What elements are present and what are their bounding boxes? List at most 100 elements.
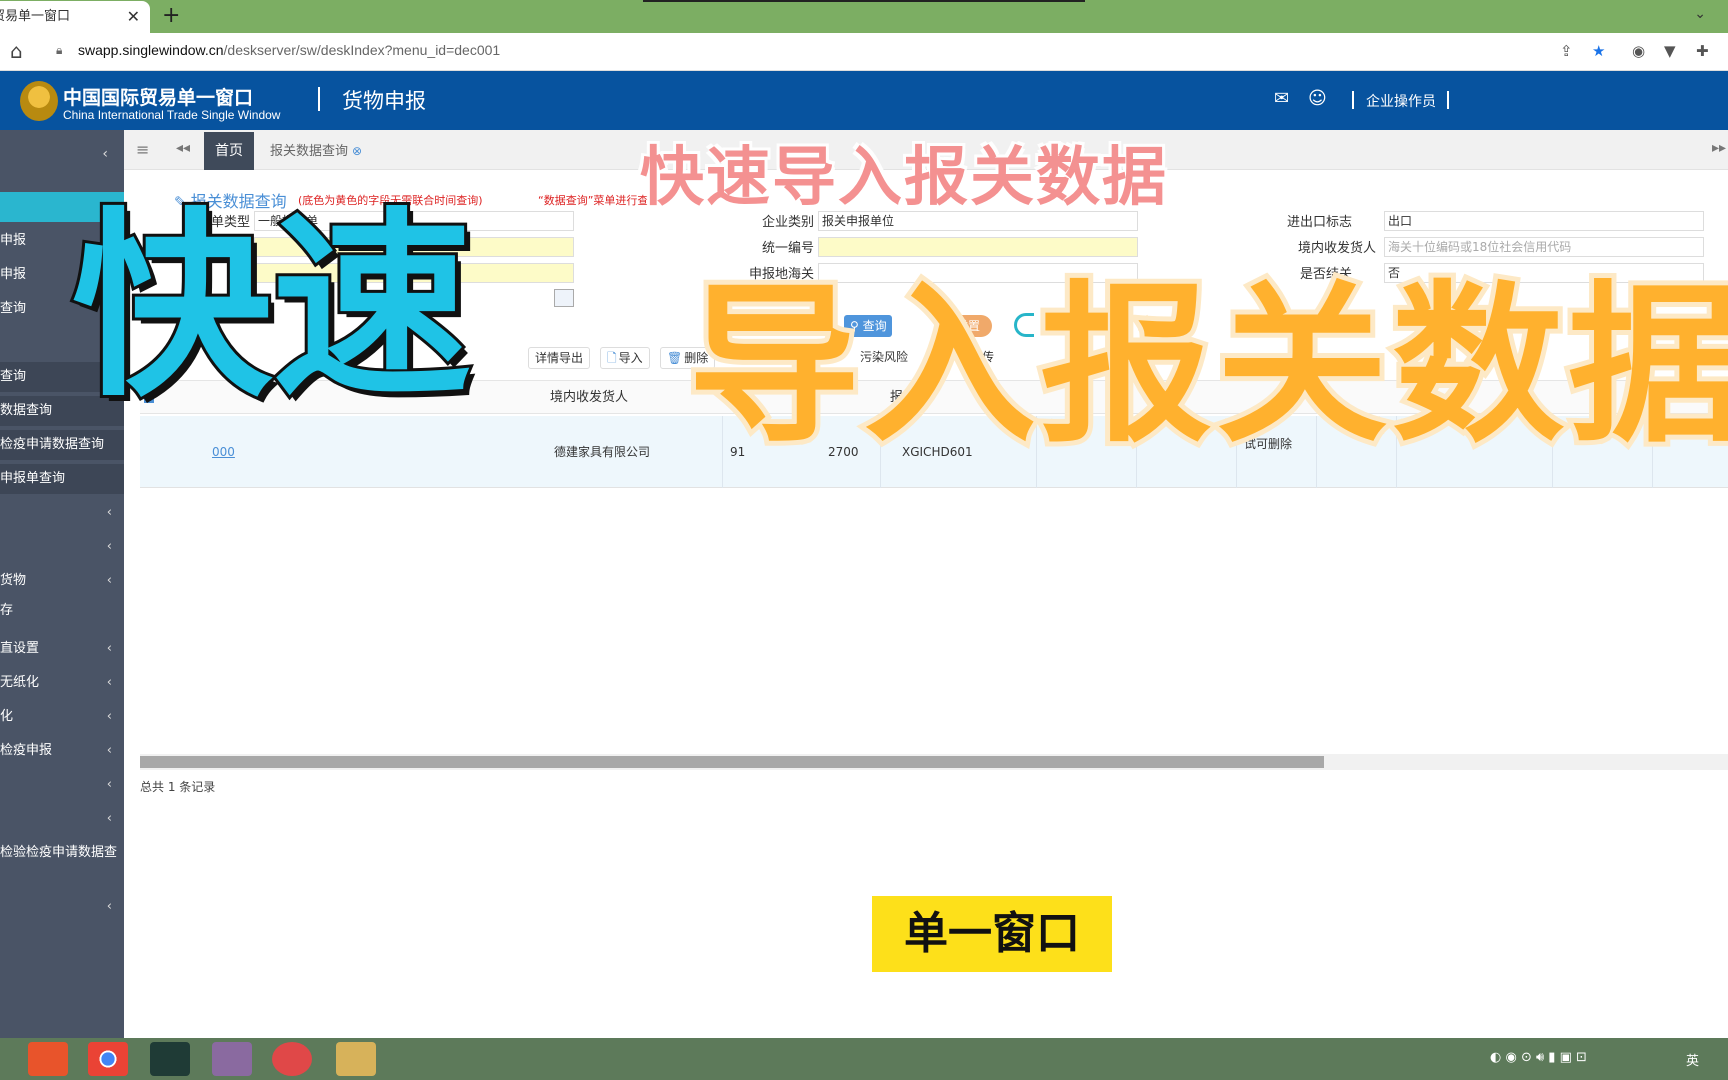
panel-note-extra: “数据查询”菜单进行查: [538, 194, 649, 207]
chevron-left-icon: ‹: [106, 811, 112, 826]
os-taskbar: ◐ ◉ ⊙ 🔊︎ ▮ ▣ ⊡ 英: [0, 1038, 1728, 1080]
sidebar-item-label: 直设置: [0, 641, 40, 656]
user-role[interactable]: 企业操作员: [1366, 91, 1436, 111]
brand-name-cn: 中国国际贸易单一窗口: [63, 87, 254, 109]
single-window-badge: 单一窗口: [872, 896, 1112, 972]
file-explorer-icon[interactable]: [336, 1042, 376, 1076]
address-bar: ⌂ 🔒︎ swapp.singlewindow.cn/deskserver/sw…: [0, 33, 1728, 71]
sidebar-item[interactable]: 申报单查询: [0, 464, 124, 494]
column-header-consignee[interactable]: 境内收发货人: [550, 381, 628, 415]
chevron-left-icon: ‹: [106, 641, 112, 656]
chevron-left-icon: ‹: [106, 573, 112, 588]
unified-no-input[interactable]: [818, 237, 1138, 257]
share-icon[interactable]: ⇪: [1560, 42, 1573, 60]
browser-tab[interactable]: 贸易单一窗口 ✕: [0, 1, 150, 33]
sidebar-item[interactable]: 检疫申请数据查询: [0, 430, 124, 460]
new-tab-icon[interactable]: +: [162, 3, 180, 28]
scrollbar-thumb[interactable]: [140, 756, 1324, 768]
browser-tabbar: 贸易单一窗口 ✕ + ⌄: [0, 0, 1728, 33]
header-divider: [1352, 91, 1354, 109]
extension-icon[interactable]: ◉: [1632, 42, 1645, 60]
tab-home[interactable]: 首页: [204, 132, 254, 170]
consignee-label: 境内收发货人: [1297, 241, 1376, 256]
chevron-left-icon: ‹: [106, 899, 112, 914]
menu-icon[interactable]: ≡: [136, 140, 149, 159]
sidebar-item[interactable]: 检验检疫申请数据查: [0, 838, 124, 868]
sidebar-item-label: 货物: [0, 573, 27, 588]
lock-icon[interactable]: 🔒︎: [56, 43, 62, 58]
media-app-icon[interactable]: [28, 1042, 68, 1076]
robot-icon[interactable]: ☺: [1308, 88, 1327, 109]
chrome-icon[interactable]: [88, 1042, 128, 1076]
tab-indicator: [643, 0, 1085, 2]
sidebar-item[interactable]: ‹: [0, 892, 124, 922]
sidebar-item-label: 存: [0, 603, 14, 618]
module-title: 货物申报: [342, 89, 426, 113]
sidebar-item-label: 申报单查询: [0, 471, 66, 486]
recorder-app-icon[interactable]: [150, 1042, 190, 1076]
record-total: 总共 1 条记录: [140, 780, 216, 794]
chevron-left-icon: ‹: [106, 539, 112, 554]
trash-icon: 🗑︎: [667, 351, 683, 365]
customs-logo: [20, 81, 58, 121]
decl-no-link[interactable]: 000: [212, 444, 235, 460]
close-tab-icon[interactable]: ⊗: [352, 144, 362, 158]
import-icon: 🗋︎: [607, 351, 617, 365]
ime-indicator[interactable]: 英: [1686, 1050, 1699, 1069]
sidebar-item-label: 申报: [0, 267, 27, 282]
export-button[interactable]: 详情导出: [528, 347, 591, 369]
sidebar-item[interactable]: 无纸化 ‹: [0, 668, 124, 698]
unified-no-label: 统一编号: [761, 241, 814, 256]
app-header: 中国国际贸易单一窗口 China International Trade Sin…: [0, 71, 1728, 130]
sidebar-item[interactable]: 货物 ‹: [0, 566, 124, 596]
tab-label: 报关数据查询: [270, 144, 349, 159]
pdf-app-icon[interactable]: [272, 1042, 312, 1076]
puzzle-icon[interactable]: ✚: [1696, 42, 1709, 60]
sidebar-item[interactable]: ‹: [0, 532, 124, 562]
ie-flag-select[interactable]: 出口: [1384, 211, 1704, 231]
chevron-left-icon: ‹: [106, 675, 112, 690]
sidebar-item-label: 检疫申请数据查询: [0, 437, 105, 452]
import-button[interactable]: 🗋︎ 导入: [600, 347, 650, 369]
brand-name-en: China International Trade Single Window: [63, 108, 281, 122]
chevron-left-icon: ‹: [106, 709, 112, 724]
sidebar-item[interactable]: ‹: [0, 770, 124, 800]
chevron-left-icon: ‹: [106, 743, 112, 758]
chevron-down-icon[interactable]: ⌄: [1694, 6, 1706, 22]
consignee-input[interactable]: 海关十位编码或18位社会信用代码: [1384, 237, 1704, 257]
photo-app-icon[interactable]: [212, 1042, 252, 1076]
url-field[interactable]: swapp.singlewindow.cn/deskserver/sw/desk…: [78, 42, 500, 58]
sidebar-item[interactable]: ‹: [0, 804, 124, 834]
scroll-left-icon[interactable]: ◂◂: [176, 140, 190, 156]
header-divider: [1447, 91, 1449, 109]
sidebar-item-label: 无纸化: [0, 675, 40, 690]
sidebar-item-label: 数据查询: [0, 403, 53, 418]
browser-tab-title: 贸易单一窗口: [0, 9, 71, 24]
vpn-icon[interactable]: ▼: [1664, 42, 1676, 60]
close-tab-icon[interactable]: ✕: [127, 1, 140, 33]
tab-customs-query[interactable]: 报关数据查询 ⊗: [264, 132, 362, 170]
bookmark-star-icon[interactable]: ★: [1592, 42, 1605, 60]
sidebar-item[interactable]: 存: [0, 596, 124, 626]
sidebar-item[interactable]: 检疫申报 ‹: [0, 736, 124, 766]
calendar-icon[interactable]: [554, 289, 574, 307]
overlay-subtitle: 快速导入报关数据: [640, 141, 1168, 215]
tray-icons[interactable]: ◐ ◉ ⊙ 🔊︎ ▮ ▣ ⊡: [1490, 1050, 1587, 1065]
sidebar-item[interactable]: 直设置 ‹: [0, 634, 124, 664]
sidebar-item[interactable]: 化 ‹: [0, 702, 124, 732]
sidebar-item-label: 查询: [0, 369, 27, 384]
horizontal-scrollbar[interactable]: [140, 754, 1728, 770]
sidebar-item-label: 化: [0, 709, 14, 724]
sidebar-item[interactable]: ‹: [0, 498, 124, 528]
sidebar-item-label: 检疫申报: [0, 743, 53, 758]
chevron-left-icon: ‹: [106, 505, 112, 520]
consignee-cell: 德建家具有限公司: [554, 445, 651, 459]
import-label: 导入: [618, 351, 643, 365]
ie-flag-label: 进出口标志: [1286, 215, 1352, 230]
overlay-title-left: 快速: [69, 191, 475, 424]
mail-icon[interactable]: ✉: [1274, 88, 1289, 109]
scroll-right-icon[interactable]: ▸▸: [1712, 140, 1726, 156]
collapse-sidebar-icon[interactable]: ‹: [102, 146, 108, 162]
sidebar-item-label: 检验检疫申请数据查: [0, 845, 118, 860]
home-icon[interactable]: ⌂: [10, 39, 23, 63]
